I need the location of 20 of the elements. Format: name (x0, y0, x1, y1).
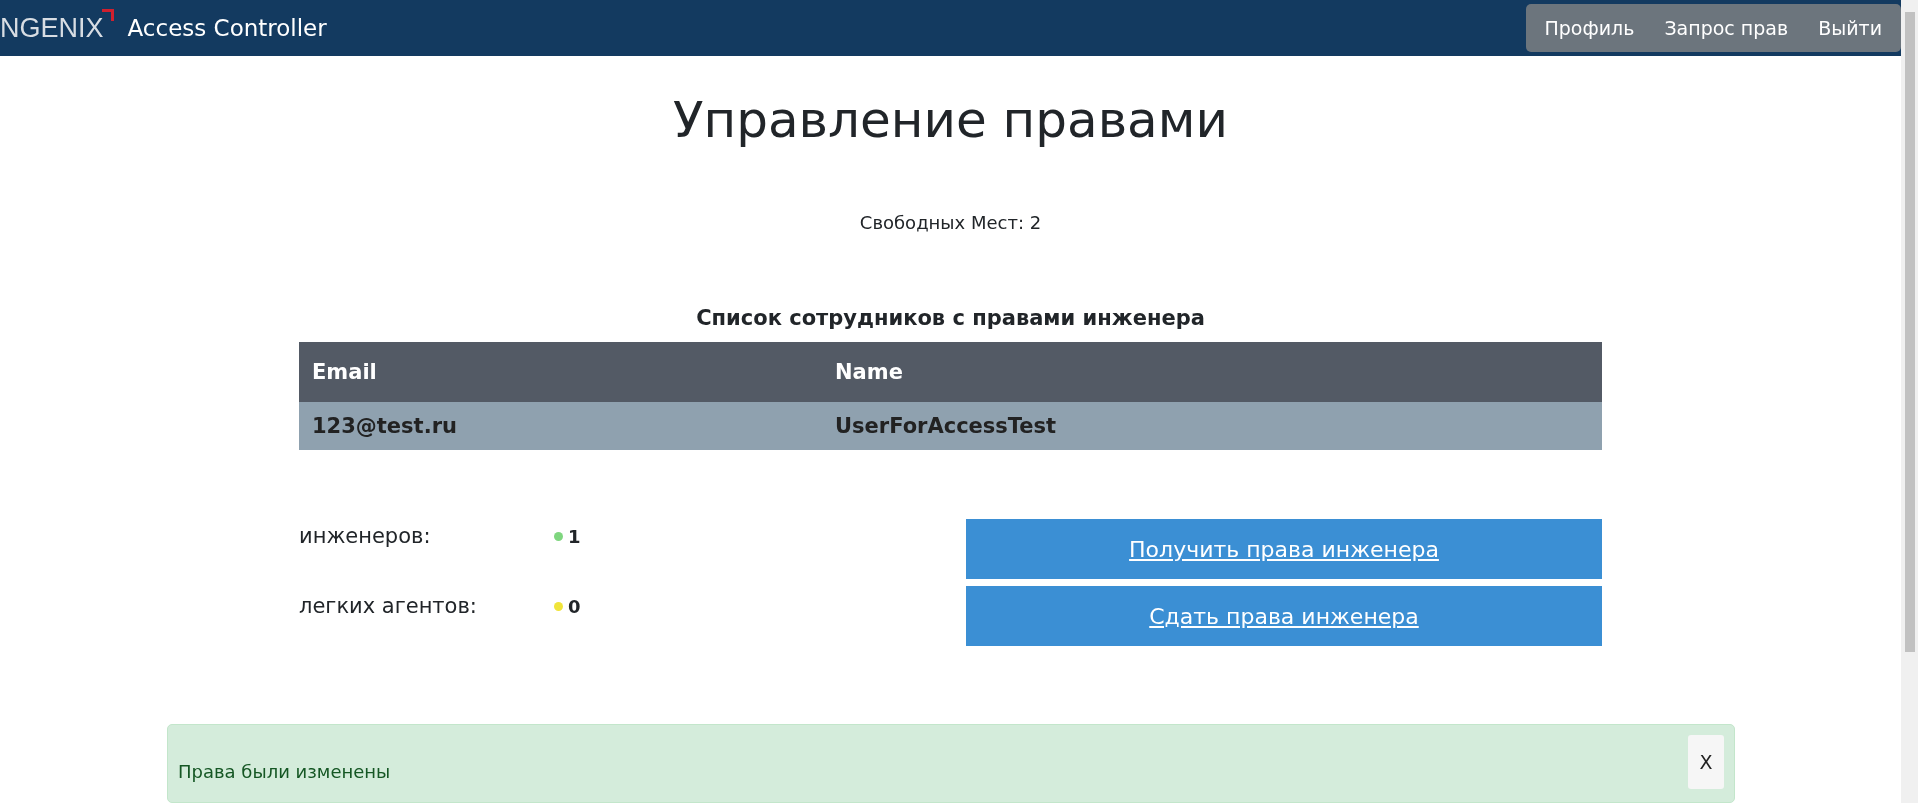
counter-label: инженеров: (299, 524, 432, 549)
action-button[interactable]: Получить права инженера (966, 519, 1602, 580)
nav-link[interactable]: Запрос прав (1649, 17, 1804, 40)
app-title: Access Controller (127, 15, 327, 42)
page-title: Управление правами (673, 90, 1228, 151)
brand-logo[interactable]: NGENIX (0, 12, 114, 44)
alert-message: Права были изменены (178, 761, 391, 783)
counter-value: 0 (568, 595, 581, 617)
nav-link[interactable]: Выйти (1803, 17, 1897, 40)
counter-label: легких агентов: (299, 594, 478, 619)
table-cell-text: UserForAccessTest (834, 414, 1058, 439)
counter-value: 1 (568, 525, 581, 547)
column-header: Email (311, 360, 378, 385)
table-cell-text: 123@test.ru (311, 414, 458, 439)
column-header: Name (834, 360, 904, 385)
table-title: Список сотрудников с правами инженера (696, 306, 1205, 331)
free-seats-text: Свободных Мест: 2 (859, 212, 1042, 234)
action-button[interactable]: Сдать права инженера (966, 586, 1602, 647)
nav-link[interactable]: Профиль (1529, 17, 1650, 40)
close-button[interactable]: X (1688, 735, 1724, 790)
